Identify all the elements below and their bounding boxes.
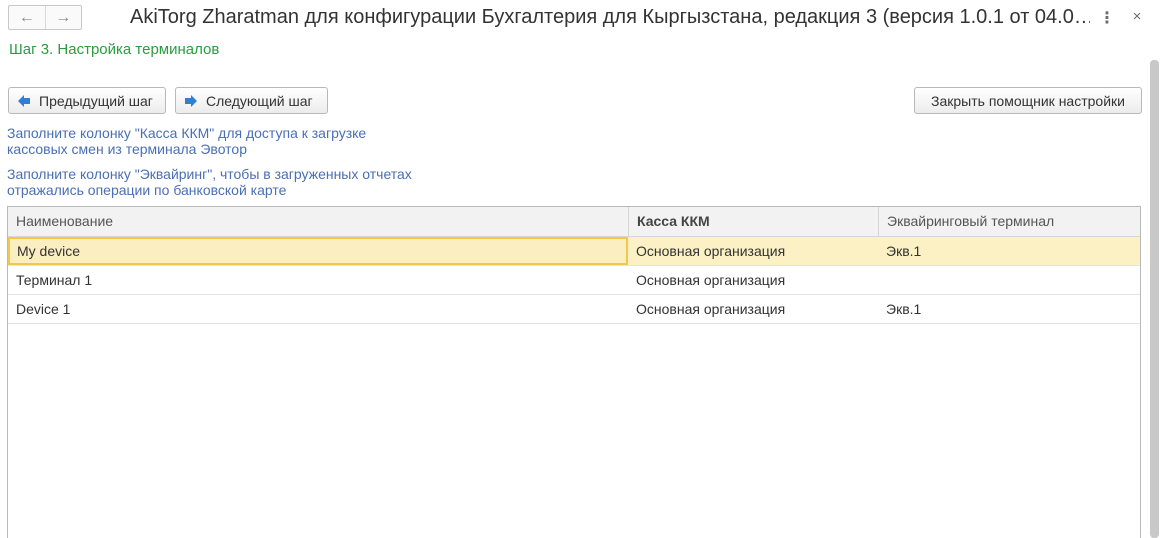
window-title: AkiTorg Zharatman для конфигурации Бухга… (130, 6, 1090, 28)
cell-kkm[interactable]: Основная организация (628, 295, 878, 323)
kkm-hint-line-2: кассовых смен из терминала Эвотор (7, 141, 247, 157)
next-step-button[interactable]: Следующий шаг (175, 87, 328, 114)
table-row[interactable]: My device Основная организация Экв.1 (8, 237, 1140, 266)
kkm-hint-line-1: Заполните колонку "Касса ККМ" для доступ… (7, 125, 367, 141)
cell-kkm[interactable]: Основная организация (628, 237, 878, 265)
acquiring-hint: Заполните колонку "Эквайринг", чтобы в з… (7, 166, 412, 198)
cell-acquiring[interactable] (878, 266, 1140, 294)
acquiring-hint-line-1: Заполните колонку "Эквайринг", чтобы в з… (7, 166, 412, 182)
table-row[interactable]: Device 1 Основная организация Экв.1 (8, 295, 1140, 324)
close-wizard-label: Закрыть помощник настройки (931, 92, 1125, 109)
acquiring-hint-line-2: отражались операции по банковской карте (7, 182, 287, 198)
column-header-name[interactable]: Наименование (8, 207, 628, 236)
cell-name[interactable]: My device (8, 237, 628, 265)
forward-arrow-icon[interactable]: → (44, 6, 82, 29)
back-arrow-icon[interactable]: ← (9, 6, 45, 29)
previous-step-label: Предыдущий шаг (39, 92, 153, 109)
column-header-kkm[interactable]: Касса ККМ (628, 207, 878, 236)
more-options-icon[interactable]: ⋮ (1097, 8, 1117, 28)
step-title: Шаг 3. Настройка терминалов (9, 41, 220, 58)
cell-kkm[interactable]: Основная организация (628, 266, 878, 294)
kkm-hint: Заполните колонку "Касса ККМ" для доступ… (7, 125, 366, 157)
terminals-table: Наименование Касса ККМ Эквайринговый тер… (7, 206, 1141, 538)
title-bar: ← → AkiTorg Zharatman для конфигурации Б… (0, 0, 1161, 38)
close-icon[interactable]: × (1127, 8, 1147, 25)
cell-name[interactable]: Терминал 1 (8, 266, 628, 294)
table-row[interactable]: Терминал 1 Основная организация (8, 266, 1140, 295)
table-header: Наименование Касса ККМ Эквайринговый тер… (8, 207, 1140, 237)
vertical-scrollbar[interactable] (1150, 60, 1159, 538)
cell-name[interactable]: Device 1 (8, 295, 628, 323)
cell-acquiring[interactable]: Экв.1 (878, 237, 1140, 265)
arrow-left-icon (18, 94, 30, 107)
previous-step-button[interactable]: Предыдущий шаг (8, 87, 166, 114)
next-step-label: Следующий шаг (206, 92, 313, 109)
arrow-right-icon (185, 94, 197, 107)
close-wizard-button[interactable]: Закрыть помощник настройки (914, 87, 1142, 114)
cell-acquiring[interactable]: Экв.1 (878, 295, 1140, 323)
wizard-window: ← → AkiTorg Zharatman для конфигурации Б… (0, 0, 1161, 538)
navigation-buttons: ← → (8, 5, 82, 30)
column-header-acquiring[interactable]: Эквайринговый терминал (878, 207, 1140, 236)
